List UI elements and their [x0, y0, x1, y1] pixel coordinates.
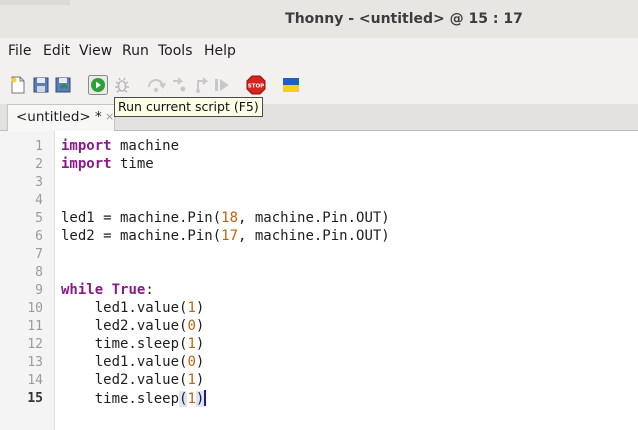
line-number: 4	[35, 193, 43, 208]
code-text: , machine.Pin.OUT)	[238, 210, 390, 226]
line-number: 10	[27, 301, 43, 316]
title-bar-stub	[0, 0, 70, 5]
code-text: led1 = machine.Pin(	[61, 210, 222, 226]
line-number: 7	[35, 247, 43, 262]
line-number: 11	[27, 319, 43, 334]
editor-tab-bar: <untitled> * ×	[0, 104, 638, 131]
step-into-icon[interactable]	[170, 75, 190, 95]
code-line-13: led1.value(0)	[61, 354, 205, 370]
title-bar: Thonny - <untitled> @ 15 : 17	[0, 0, 638, 38]
code-line-14: led2.value(1)	[61, 372, 205, 388]
menu-edit[interactable]: Edit	[43, 43, 70, 59]
tab-untitled[interactable]: <untitled> * ×	[7, 104, 115, 131]
line-number: 14	[27, 373, 43, 388]
open-file-icon[interactable]	[31, 75, 51, 95]
code-text: time.sleep(	[61, 336, 188, 352]
resume-icon[interactable]	[212, 75, 232, 95]
code-text: led1.value(	[61, 300, 188, 316]
step-over-icon[interactable]	[146, 75, 166, 95]
stop-icon[interactable]: STOP	[246, 75, 266, 95]
line-number: 8	[35, 265, 43, 280]
number-literal: 18	[221, 210, 239, 226]
menu-run[interactable]: Run	[122, 43, 149, 59]
menu-view[interactable]: View	[79, 43, 112, 59]
menu-file[interactable]: File	[8, 43, 31, 59]
code-line-5: led1 = machine.Pin(18, machine.Pin.OUT)	[61, 210, 390, 226]
run-icon[interactable]	[88, 75, 108, 95]
code-text: )	[195, 336, 205, 352]
keyword: while	[61, 282, 104, 298]
line-number: 3	[35, 175, 43, 190]
number-literal: 17	[221, 228, 239, 244]
debug-icon[interactable]	[112, 75, 132, 95]
code-line-6: led2 = machine.Pin(17, machine.Pin.OUT)	[61, 228, 390, 244]
code-text: )	[195, 354, 205, 370]
step-out-icon[interactable]	[192, 75, 212, 95]
code-text: led1.value(	[61, 354, 188, 370]
menu-help[interactable]: Help	[204, 43, 236, 59]
svg-text:STOP: STOP	[248, 84, 264, 90]
code-line-11: led2.value(0)	[61, 318, 205, 334]
number-literal: 1	[187, 336, 196, 352]
keyword: import	[61, 138, 112, 154]
menu-tools[interactable]: Tools	[158, 43, 193, 59]
code-text: led2.value(	[61, 318, 188, 334]
line-number: 12	[27, 337, 43, 352]
save-file-icon[interactable]	[53, 75, 73, 95]
line-number: 5	[35, 211, 43, 226]
code-line-9: while True:	[61, 282, 154, 298]
code-line-2: import time	[61, 156, 154, 172]
line-number: 6	[35, 229, 43, 244]
code-line-1: import machine	[61, 138, 179, 154]
code-text: )	[195, 318, 205, 334]
keyword: import	[61, 156, 112, 172]
code-text: time	[111, 156, 154, 172]
close-icon[interactable]: ×	[105, 110, 114, 123]
code-text: )	[195, 372, 205, 388]
number-literal: 0	[187, 318, 196, 334]
window-title: Thonny - <untitled> @ 15 : 17	[285, 11, 523, 27]
keyword: True	[111, 282, 146, 298]
toolbar: STOP	[0, 66, 638, 104]
code-text: led2.value(	[61, 372, 188, 388]
line-number: 13	[27, 355, 43, 370]
ukraine-flag-icon[interactable]	[281, 75, 301, 95]
line-number-gutter: 1 2 3 4 5 6 7 8 9 10 11 12 13 14 15	[0, 131, 55, 430]
number-literal: 1	[187, 372, 196, 388]
code-text: led2 = machine.Pin(	[61, 228, 222, 244]
matched-paren: )	[195, 391, 205, 407]
line-number: 1	[35, 139, 43, 154]
number-literal: 1	[187, 391, 196, 407]
tab-label: <untitled> *	[16, 109, 102, 125]
current-line-number: 15	[27, 391, 43, 406]
code-line-15: time.sleep(1)	[61, 390, 207, 407]
line-number: 2	[35, 157, 43, 172]
new-file-icon[interactable]	[8, 75, 28, 95]
text-cursor	[204, 390, 207, 406]
run-tooltip: Run current script (F5)	[114, 97, 263, 117]
code-text: time.sleep	[61, 391, 180, 407]
number-literal: 0	[187, 354, 196, 370]
code-text: :	[145, 282, 154, 298]
code-line-10: led1.value(1)	[61, 300, 205, 316]
menu-bar: File Edit View Run Tools Help	[0, 38, 638, 66]
code-text: )	[195, 300, 205, 316]
number-literal: 1	[187, 300, 196, 316]
code-text: , machine.Pin.OUT)	[238, 228, 390, 244]
code-text: machine	[111, 138, 180, 154]
code-editor[interactable]: 1 2 3 4 5 6 7 8 9 10 11 12 13 14 15 impo…	[0, 131, 638, 430]
code-line-12: time.sleep(1)	[61, 336, 205, 352]
line-number: 9	[35, 283, 43, 298]
